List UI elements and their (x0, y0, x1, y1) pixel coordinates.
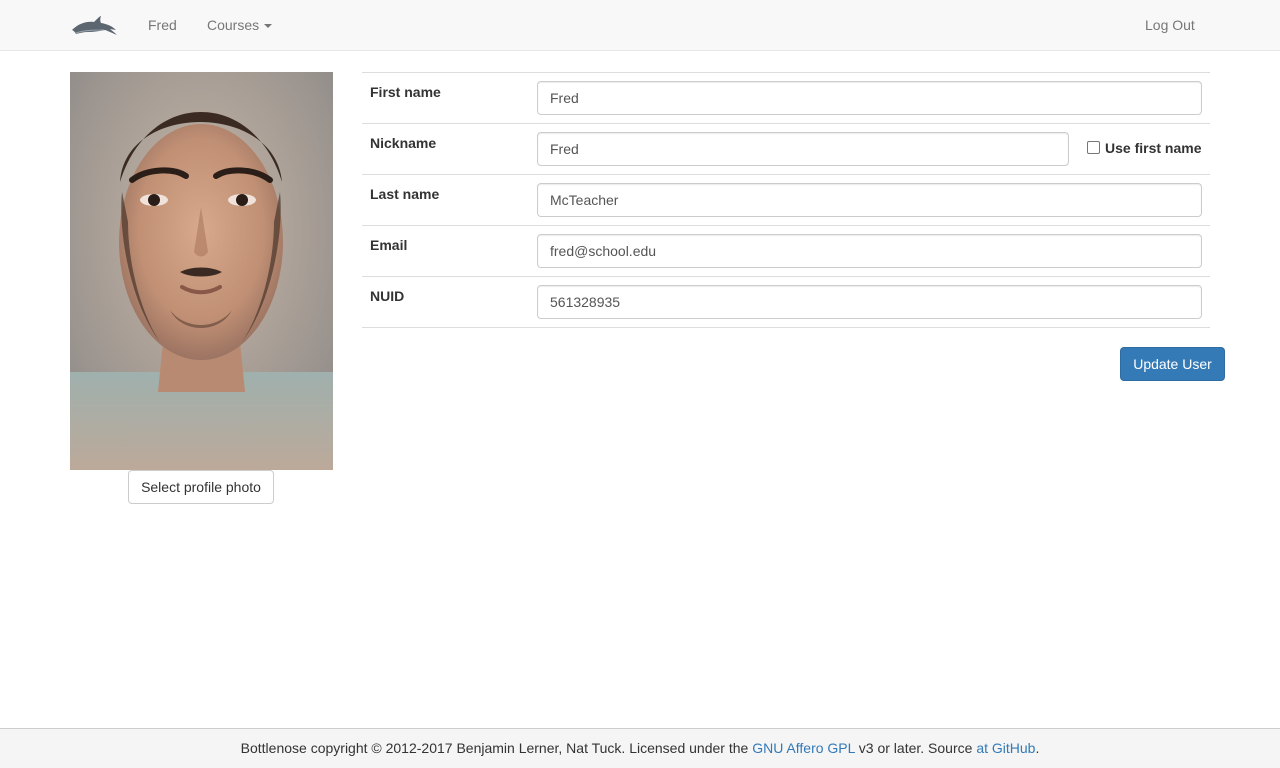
use-first-name-checkbox[interactable] (1087, 140, 1100, 154)
nuid-input[interactable] (537, 285, 1202, 319)
email-label: Email (370, 237, 408, 253)
use-first-name-toggle[interactable]: Use first name (1087, 140, 1201, 156)
footer-middle-text: v3 or later. Source (854, 740, 977, 756)
dolphin-logo-icon[interactable] (70, 14, 118, 36)
form-row-nickname: Nickname Use first name (362, 124, 1210, 175)
navbar: Fred Courses Log Out (0, 0, 1280, 51)
nav-user-link[interactable]: Fred (148, 0, 177, 50)
footer: Bottlenose copyright © 2012-2017 Benjami… (0, 728, 1280, 768)
license-link[interactable]: GNU Affero GPL (752, 740, 855, 756)
use-first-name-label: Use first name (1105, 140, 1202, 156)
first-name-input[interactable] (537, 81, 1202, 115)
form-row-nuid: NUID (362, 277, 1210, 328)
update-user-button[interactable]: Update User (1120, 347, 1225, 381)
first-name-label: First name (370, 84, 441, 100)
nickname-input[interactable] (537, 132, 1069, 166)
form-row-last-name: Last name (362, 175, 1210, 226)
last-name-label: Last name (370, 186, 440, 202)
nuid-label: NUID (370, 288, 405, 304)
nav-courses-dropdown[interactable]: Courses (207, 0, 273, 50)
nickname-label: Nickname (370, 135, 437, 151)
last-name-input[interactable] (537, 183, 1202, 217)
email-input[interactable] (537, 234, 1202, 268)
caret-down-icon (264, 24, 273, 29)
github-source-link[interactable]: at GitHub (976, 740, 1035, 756)
logout-link[interactable]: Log Out (1145, 0, 1195, 50)
nav-courses-label: Courses (207, 17, 260, 33)
face-photo-image (70, 72, 333, 470)
select-profile-photo-button[interactable]: Select profile photo (128, 470, 274, 504)
form-row-first-name: First name (362, 73, 1210, 124)
form-row-email: Email (362, 226, 1210, 277)
footer-copyright-text: Bottlenose copyright © 2012-2017 Benjami… (240, 740, 753, 756)
user-form: First name Nickname Use first name Last … (362, 72, 1210, 328)
footer-end-text: . (1035, 740, 1040, 756)
profile-photo (70, 72, 333, 470)
